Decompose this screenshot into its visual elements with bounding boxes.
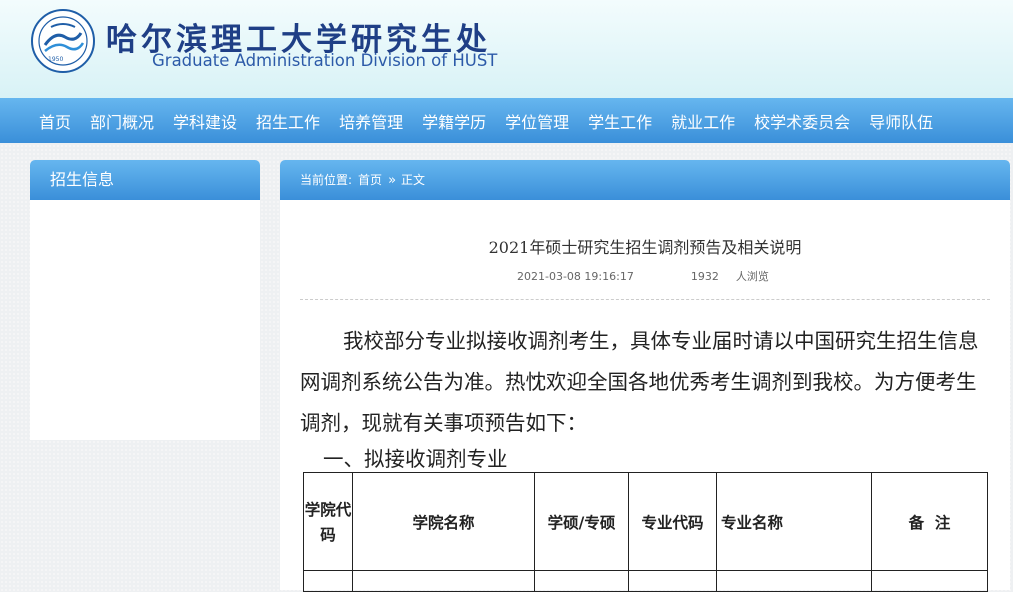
table-header-cell: 备 注 <box>871 472 988 571</box>
table-cell <box>534 570 629 592</box>
table-header-row: 学院代码 学院名称 学硕/专硕 专业代码 专业名称 备 注 <box>303 472 988 571</box>
breadcrumb-current: 正文 <box>401 173 426 187</box>
site-title-en: Graduate Administration Division of HUST <box>152 51 498 70</box>
article-paragraph: 我校部分专业拟接收调剂考生，具体专业届时请以中国研究生招生信息网调剂系统公告为准… <box>300 329 979 435</box>
article-views-unit: 人浏览 <box>735 270 769 283</box>
article-date: 2021-03-08 19:16:17 <box>517 270 634 283</box>
breadcrumb-label: 当前位置: <box>300 173 353 187</box>
sidebar-title: 招生信息 <box>30 160 260 200</box>
sidebar-panel: 招生信息 <box>30 160 260 440</box>
table-header-cell: 学院代码 <box>303 472 353 571</box>
section-heading: 一、拟接收调剂专业 <box>323 447 508 471</box>
nav-item-status[interactable]: 学籍学历 <box>422 109 486 133</box>
table-header-cell: 专业代码 <box>628 472 717 571</box>
table-row <box>303 570 988 592</box>
nav-item-admission[interactable]: 招生工作 <box>256 109 320 133</box>
table-cell <box>303 570 353 592</box>
nav-item-discipline[interactable]: 学科建设 <box>173 109 237 133</box>
nav-item-department[interactable]: 部门概况 <box>90 109 154 133</box>
article-views: 1932 <box>690 270 719 283</box>
table-header-cell: 学院名称 <box>352 472 535 571</box>
article-meta: 2021-03-08 19:16:17 1932 人浏览 <box>517 268 769 284</box>
nav-item-degree[interactable]: 学位管理 <box>505 109 569 133</box>
main-nav: 首页 部门概况 学科建设 招生工作 培养管理 学籍学历 学位管理 学生工作 就业… <box>0 98 1013 143</box>
table-header-cell: 学硕/专硕 <box>534 472 629 571</box>
nav-item-committee[interactable]: 校学术委员会 <box>754 109 850 133</box>
nav-item-employment[interactable]: 就业工作 <box>671 109 735 133</box>
breadcrumb-separator-icon: » <box>388 173 397 188</box>
article-panel: 当前位置: 首页 » 正文 2021年硕士研究生招生调剂预告及相关说明 2021-03… <box>280 160 1010 592</box>
university-logo-icon[interactable]: 1950 <box>31 9 95 73</box>
nav-item-training[interactable]: 培养管理 <box>339 109 403 133</box>
majors-table: 学院代码 学院名称 学硕/专硕 专业代码 专业名称 备 注 <box>303 472 988 592</box>
nav-item-tutors[interactable]: 导师队伍 <box>869 109 933 133</box>
breadcrumb-home-link[interactable]: 首页 <box>358 173 382 187</box>
table-cell <box>716 570 872 592</box>
site-header: 1950 哈尔滨理工大学研究生处 Graduate Administration… <box>0 0 1013 98</box>
svg-text:1950: 1950 <box>48 56 63 63</box>
table-cell <box>871 570 988 592</box>
table-cell <box>352 570 535 592</box>
nav-item-home[interactable]: 首页 <box>39 109 71 133</box>
table-cell <box>628 570 717 592</box>
nav-item-student[interactable]: 学生工作 <box>588 109 652 133</box>
table-header-cell: 专业名称 <box>716 472 872 571</box>
article-title: 2021年硕士研究生招生调剂预告及相关说明 <box>488 238 802 257</box>
divider <box>300 299 990 300</box>
breadcrumb: 当前位置: 首页 » 正文 <box>280 160 1010 200</box>
